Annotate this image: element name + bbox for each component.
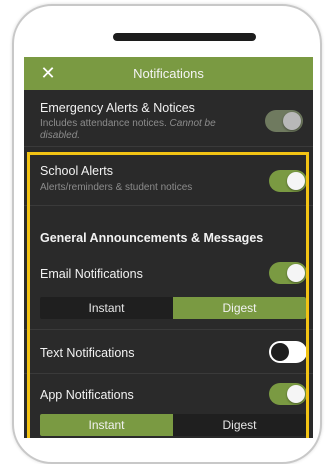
- toggle-knob: [283, 112, 301, 130]
- emergency-alerts-description-text: Includes attendance notices.: [40, 118, 170, 129]
- emergency-alerts-label: Emergency Alerts & Notices: [40, 101, 195, 115]
- notifications-screen: ✕ Notifications Emergency Alerts & Notic…: [24, 57, 313, 438]
- page-title: Notifications: [133, 66, 204, 81]
- phone-speaker: [113, 33, 256, 41]
- app-header: ✕ Notifications: [24, 57, 313, 90]
- emergency-alerts-row: Emergency Alerts & Notices Includes atte…: [24, 90, 313, 147]
- highlight-box: [27, 152, 309, 438]
- emergency-alerts-description: Includes attendance notices. Cannot be d…: [40, 118, 253, 142]
- emergency-alerts-toggle: [265, 110, 303, 132]
